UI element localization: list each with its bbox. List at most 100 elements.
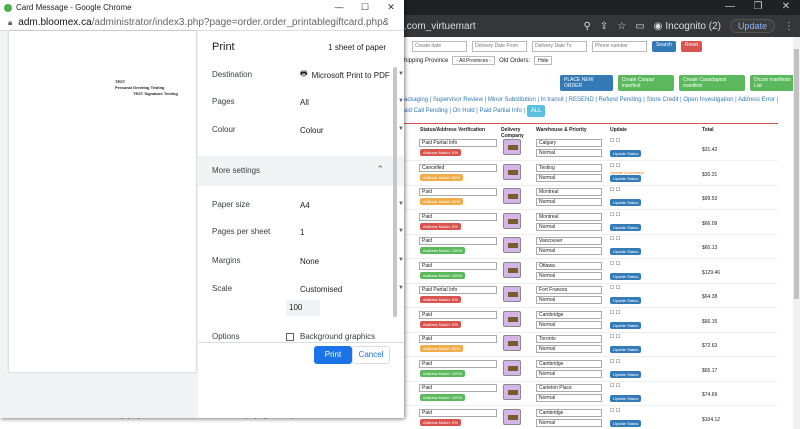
update-status-button[interactable]: Update Status	[610, 248, 642, 255]
delivery-truck-icon[interactable]	[503, 286, 521, 302]
old-orders-select[interactable]: Hide	[534, 56, 553, 65]
colour-select[interactable]: Colour ▼	[300, 123, 404, 137]
all-button[interactable]: ALL	[526, 105, 546, 117]
delivery-truck-icon[interactable]	[503, 188, 521, 204]
update-status-button[interactable]: Update Status	[610, 223, 642, 231]
restore-icon[interactable]: ❐	[744, 0, 772, 14]
status-select[interactable]: Paid	[419, 188, 497, 196]
priority-select[interactable]: Normal	[536, 271, 602, 280]
delivery-truck-icon[interactable]	[503, 163, 521, 180]
update-checkboxes[interactable]: ☐ ☐	[610, 310, 620, 316]
cancel-button[interactable]: Cancel	[352, 346, 390, 364]
status-select[interactable]: Paid	[419, 237, 497, 245]
status-select[interactable]: Paid	[419, 359, 497, 368]
margins-select[interactable]: None ▼	[300, 254, 404, 268]
update-status-button[interactable]: Update Status	[610, 272, 642, 280]
priority-select[interactable]: Normal	[536, 394, 602, 402]
delivery-truck-icon[interactable]	[503, 139, 521, 155]
page-scrollbar[interactable]	[793, 37, 800, 429]
warehouse-select[interactable]: Cambridge	[536, 310, 602, 319]
status-filter-links[interactable]: Packaging | Supervisor Review | Minor Su…	[400, 95, 780, 117]
warehouse-select[interactable]: Ottawa	[536, 261, 602, 270]
scale-input[interactable]: 100	[286, 300, 320, 316]
shipping-province-select[interactable]: - All Provinces -	[452, 56, 496, 65]
update-status-button[interactable]: Update Status	[610, 297, 642, 304]
delivery-truck-icon[interactable]	[503, 237, 521, 253]
update-status-button[interactable]: Update Status	[610, 395, 642, 402]
place-new-order-button[interactable]: PLACE NEW ORDER	[560, 75, 613, 91]
settings-scrollbar[interactable]	[392, 55, 398, 335]
destination-select[interactable]: 🖶︎ Microsoft Print to PDF ▼	[300, 68, 404, 82]
update-checkboxes[interactable]: ☐ ☐	[610, 359, 620, 365]
star-icon[interactable]: ☆	[617, 21, 626, 32]
priority-select[interactable]: Normal	[536, 345, 602, 353]
menu-icon[interactable]: ⋮	[784, 21, 794, 32]
more-settings-toggle[interactable]: More settings ⌃	[198, 156, 404, 186]
status-select[interactable]: Paid	[419, 335, 497, 343]
update-checkboxes[interactable]: ☐ ☐	[610, 163, 620, 169]
update-status-button[interactable]: Update Status	[610, 199, 642, 206]
status-select[interactable]: Paid	[419, 212, 497, 221]
update-status-button[interactable]: Update Status	[610, 321, 642, 329]
warehouse-select[interactable]: Calgary	[536, 139, 602, 147]
update-status-button[interactable]: Update Status	[610, 346, 642, 353]
popup-minimize-icon[interactable]: —	[326, 2, 352, 13]
search-icon[interactable]: ⚲	[584, 21, 591, 32]
status-select[interactable]: Paid	[419, 261, 497, 270]
filter-create-date[interactable]: Create date	[412, 41, 467, 52]
delivery-truck-icon[interactable]	[503, 359, 521, 376]
status-select[interactable]: Paid	[419, 310, 497, 319]
warehouse-select[interactable]: Carleton Place	[536, 384, 602, 392]
update-checkboxes[interactable]: ☐ ☐	[610, 383, 620, 389]
update-checkboxes[interactable]: ☐ ☐	[610, 187, 620, 193]
status-select[interactable]: Paid Partial Info	[419, 286, 497, 294]
update-checkboxes[interactable]: ☐ ☐	[610, 261, 620, 267]
filter-delivery-to[interactable]: Delivery Date To	[532, 41, 587, 52]
priority-select[interactable]: Normal	[536, 173, 602, 182]
update-status-button[interactable]: Update Status	[610, 150, 642, 157]
update-button[interactable]: Update	[729, 19, 775, 33]
search-button[interactable]: Search	[652, 41, 676, 52]
close-icon[interactable]: ✕	[772, 0, 800, 14]
priority-select[interactable]: Normal	[536, 369, 602, 378]
pages-per-sheet-select[interactable]: 1 ▼	[300, 225, 404, 239]
incognito-indicator[interactable]: ◉ Incognito (2)	[654, 21, 721, 32]
update-checkboxes[interactable]: ☐ ☐	[610, 212, 620, 218]
update-checkboxes[interactable]: ☐ ☐	[610, 408, 620, 414]
warehouse-select[interactable]: Montreal	[536, 212, 602, 221]
warehouse-select[interactable]: Vancouver	[536, 237, 602, 245]
share-icon[interactable]: ⇪	[600, 21, 608, 32]
address-bar-tail[interactable]: .com_virtuemart ⚲ ⇪ ☆ ▭ ◉ Incognito (2) U…	[400, 15, 800, 37]
pages-select[interactable]: All ▼	[300, 95, 404, 109]
priority-select[interactable]: Normal	[536, 198, 602, 206]
tab-icon[interactable]: ▭	[635, 21, 644, 32]
delivery-truck-icon[interactable]	[503, 261, 521, 278]
update-checkboxes[interactable]: ☐ ☐	[610, 236, 620, 242]
status-select[interactable]: Paid	[419, 384, 497, 392]
priority-select[interactable]: Normal	[536, 320, 602, 329]
canadapost-manifest-button[interactable]: Create Canadapost manifest	[678, 75, 745, 91]
update-status-button[interactable]: Update Status	[610, 174, 642, 182]
update-checkboxes[interactable]: ☐ ☐	[610, 138, 620, 144]
popup-close-icon[interactable]: ✕	[378, 2, 404, 13]
popup-url-bar[interactable]: 🔒︎ adm.bloomex.ca/administrator/index3.p…	[0, 15, 404, 31]
priority-select[interactable]: Normal	[536, 247, 602, 255]
warehouse-select[interactable]: Montreal	[536, 188, 602, 196]
delivery-truck-icon[interactable]	[503, 310, 521, 327]
warehouse-select[interactable]: Cambridge	[536, 359, 602, 368]
popup-maximize-icon[interactable]: ☐	[352, 2, 378, 13]
status-select[interactable]: Paid Partial Info	[419, 139, 497, 147]
update-checkboxes[interactable]: ☐ ☐	[610, 285, 620, 291]
priority-select[interactable]: Normal	[536, 149, 602, 157]
minimize-icon[interactable]: —	[716, 0, 744, 14]
priority-select[interactable]: Normal	[536, 296, 602, 304]
paper-size-select[interactable]: A4 ▼	[300, 198, 404, 212]
delivery-truck-icon[interactable]	[503, 384, 521, 400]
warehouse-select[interactable]: Fort Frances	[536, 286, 602, 294]
print-button[interactable]: Print	[314, 346, 352, 364]
warehouse-select[interactable]: Toronto	[536, 335, 602, 343]
delivery-truck-icon[interactable]	[503, 212, 521, 229]
canpar-manifest-button[interactable]: Create Canpar manifest	[617, 75, 674, 91]
priority-select[interactable]: Normal	[536, 222, 602, 231]
scale-select[interactable]: Customised ▼	[300, 282, 404, 296]
